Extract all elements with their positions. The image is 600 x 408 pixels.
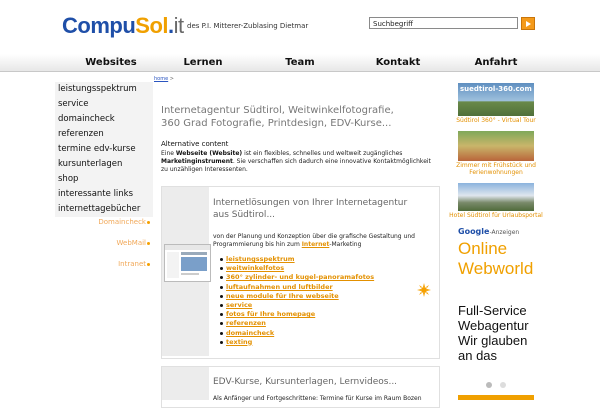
website-screenshot-thumb[interactable] <box>164 244 211 282</box>
sidebar-item-referenzen[interactable]: referenzen <box>55 127 153 142</box>
sidebar-extra-webmail-label: WebMail <box>116 239 146 247</box>
link-neue-module[interactable]: neue module für Ihre webseite <box>219 292 374 301</box>
banner-text: suedtirol-360.com <box>460 85 532 93</box>
box2-left-strip <box>162 367 209 400</box>
link-leistungsspektrum[interactable]: leistungsspektrum <box>219 255 374 264</box>
breadcrumb-home[interactable]: home <box>154 76 168 82</box>
link-referenzen[interactable]: referenzen <box>219 319 374 328</box>
sidebar-item-links[interactable]: interessante links <box>55 187 153 202</box>
owner-text: des P.I. Mitterer-Zublasing Dietmar <box>187 22 309 30</box>
link-luftaufnahmen[interactable]: luftaufnahmen und luftbilder <box>219 283 374 292</box>
alt-bold-2: Marketinginstrument <box>161 158 233 165</box>
nav-item-anfahrt[interactable]: Anfahrt <box>441 54 551 71</box>
link-panoramafotos[interactable]: 360° zylinder- und kugel-panoramafotos <box>219 273 374 282</box>
caption-virtual-tour[interactable]: Südtirol 360° - Virtual Tour <box>446 117 546 124</box>
ad-bottom-bar <box>458 395 534 400</box>
sidebar-extra-domaincheck-label: Domaincheck <box>98 218 146 226</box>
sidebar-extra-intranet-label: Intranet <box>118 260 146 268</box>
google-suffix: -Anzeigen <box>489 229 520 236</box>
link-weitwinkelfotos[interactable]: weitwinkelfotos <box>219 264 374 273</box>
bullet-icon <box>147 220 150 224</box>
box1-text-2: -Marketing <box>329 241 362 248</box>
link-domaincheck[interactable]: domaincheck <box>219 329 374 338</box>
alt-bold-1: Webseite (Website) <box>175 150 243 157</box>
alt-heading: Alternative content <box>161 140 229 148</box>
ad-text[interactable]: Full-Service Webagentur Wir glauben an d… <box>458 303 538 363</box>
link-fotos-homepage[interactable]: fotos für Ihre homepage <box>219 310 374 319</box>
sidebar-item-leistungsspektrum[interactable]: leistungsspektrum <box>55 82 153 97</box>
sidebar-item-domaincheck[interactable]: domaincheck <box>55 112 153 127</box>
box2-title: EDV-Kurse, Kursunterlagen, Lernvideos... <box>213 377 398 387</box>
sidebar-extra-webmail[interactable]: WebMail <box>78 239 150 247</box>
link-service[interactable]: service <box>219 301 374 310</box>
box1-title: Internetlösungen von Ihrer Internetagent… <box>213 198 408 220</box>
main-nav: Websites Lernen Team Kontakt Anfahrt <box>0 54 600 72</box>
sun-icon <box>417 283 431 297</box>
suedtirol-360-banner[interactable]: suedtirol-360.com <box>458 83 534 116</box>
alt-body: Eine Webseite (Website) ist ein flexible… <box>161 150 431 174</box>
page-title: Internetagentur Südtirol, Weitwinkelfoto… <box>161 105 394 129</box>
nav-item-kontakt[interactable]: Kontakt <box>343 54 453 71</box>
alt-text-2: ist ein flexibles, schnelles und weltwei… <box>242 150 403 157</box>
zimmer-image[interactable] <box>458 131 534 161</box>
breadcrumb-separator: > <box>169 76 174 82</box>
google-brand: Google <box>458 227 490 236</box>
caption-hotel[interactable]: Hotel Südtirol für Urlaubsportal <box>446 212 546 219</box>
box1-text: von der Planung und Konzeption über die … <box>213 233 428 249</box>
nav-item-team[interactable]: Team <box>245 54 355 71</box>
logo-accent: Sol <box>135 13 168 38</box>
sidebar-item-kursunterlagen[interactable]: kursunterlagen <box>55 157 153 172</box>
bullet-icon <box>147 262 150 266</box>
logo[interactable]: CompuSol.it <box>62 14 184 38</box>
service-link-list: leistungsspektrum weitwinkelfotos 360° z… <box>219 255 374 347</box>
sidebar-extra-domaincheck[interactable]: Domaincheck <box>78 218 150 226</box>
logo-main: Compu <box>62 13 136 38</box>
sidebar-item-service[interactable]: service <box>55 97 153 112</box>
nav-item-lernen[interactable]: Lernen <box>148 54 258 71</box>
hotel-image[interactable] <box>458 183 534 211</box>
website-screenshot-icon <box>165 245 210 278</box>
breadcrumb: home > <box>154 76 174 82</box>
logo-tld: it <box>173 13 185 38</box>
box1-internet-link[interactable]: Internet <box>302 241 330 248</box>
search-button[interactable] <box>521 17 535 30</box>
sidebar-item-shop[interactable]: shop <box>55 172 153 187</box>
sidebar-item-tagebuecher[interactable]: internettagebücher <box>55 202 153 217</box>
ad-title[interactable]: Online Webworld <box>458 239 538 279</box>
search-input[interactable]: Suchbegriff <box>369 17 518 29</box>
alt-text-1: Eine <box>161 150 176 157</box>
bullet-icon <box>147 241 150 245</box>
sidebar: leistungsspektrum service domaincheck re… <box>55 82 153 217</box>
google-ads-label: Google-Anzeigen <box>458 227 519 236</box>
link-texting[interactable]: texting <box>219 338 374 347</box>
carousel-dot-1[interactable] <box>486 382 492 388</box>
sidebar-item-termine[interactable]: termine edv-kurse <box>55 142 153 157</box>
box2-text: Als Anfänger und Fortgeschrittene: Termi… <box>213 395 422 402</box>
sidebar-extra-intranet[interactable]: Intranet <box>78 260 150 268</box>
caption-zimmer[interactable]: Zimmer mit Frühstück und Ferienwohnungen <box>446 162 546 176</box>
carousel-dot-2[interactable] <box>500 382 506 388</box>
